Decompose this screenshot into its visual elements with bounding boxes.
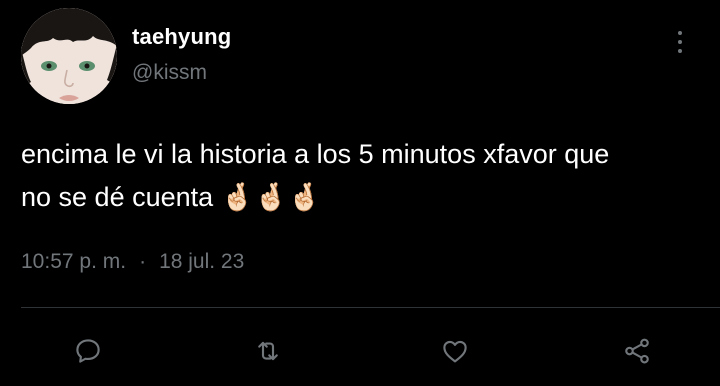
tweet-date[interactable]: 18 jul. 23	[159, 250, 244, 273]
avatar[interactable]	[21, 8, 117, 104]
reply-button[interactable]	[71, 334, 105, 368]
divider	[21, 307, 720, 308]
avatar-image	[21, 8, 117, 104]
share-icon	[625, 338, 649, 364]
more-options-icon[interactable]	[670, 28, 690, 58]
meta-separator: ·	[139, 250, 147, 273]
user-handle[interactable]: @kissm	[132, 61, 207, 85]
tweet-meta: 10:57 p. m. · 18 jul. 23	[21, 250, 244, 274]
retweet-icon	[258, 341, 278, 361]
heart-icon	[443, 340, 467, 363]
display-name[interactable]: taehyung	[132, 24, 231, 50]
like-button[interactable]	[438, 334, 472, 368]
tweet-time[interactable]: 10:57 p. m.	[21, 250, 126, 273]
retweet-button[interactable]	[251, 334, 285, 368]
tweet-text: encima le vi la historia a los 5 minutos…	[21, 139, 610, 212]
reply-icon	[76, 339, 100, 363]
share-button[interactable]	[620, 334, 654, 368]
